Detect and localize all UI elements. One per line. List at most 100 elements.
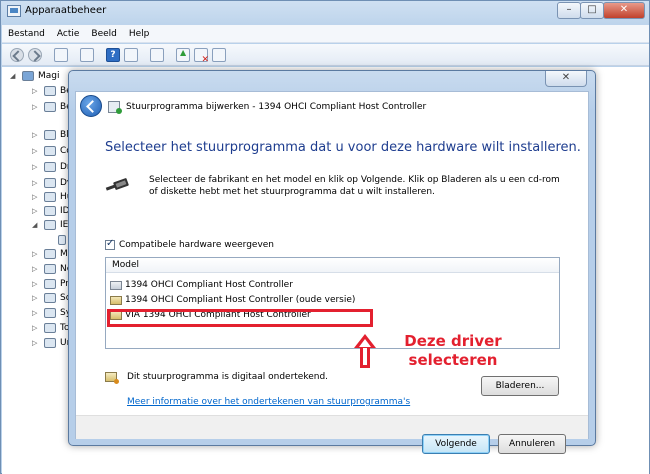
signing-info-link[interactable]: Meer informatie over het ondertekenen va… <box>127 397 410 407</box>
dialog-close-button[interactable]: ✕ <box>545 71 587 87</box>
device-category-icon <box>44 249 56 259</box>
device-category-icon <box>44 192 56 202</box>
next-button[interactable]: Volgende <box>422 434 490 454</box>
tree-item[interactable]: ▷ Dv <box>32 176 72 190</box>
bluetooth-icon <box>44 130 56 140</box>
expand-arrow-icon[interactable]: ▷ <box>32 147 40 155</box>
toolbar: ? <box>2 44 649 66</box>
model-list-item-selected[interactable]: 1394 OHCI Compliant Host Controller (oud… <box>110 293 355 307</box>
collapse-arrow-icon[interactable]: ◢ <box>32 221 40 229</box>
expand-arrow-icon[interactable]: ▷ <box>32 280 40 288</box>
tree-item[interactable]: ▷ Ur <box>32 336 70 350</box>
tree-item[interactable]: ▷ M <box>32 247 68 261</box>
device-category-icon <box>44 178 56 188</box>
device-category-icon <box>44 86 56 96</box>
computer-icon <box>22 71 34 81</box>
tree-item[interactable]: ▷ Hu <box>32 190 72 204</box>
window-title: Apparaatbeheer <box>25 5 107 16</box>
window-controls: – □ ✕ <box>557 2 645 19</box>
update-driver-icon[interactable] <box>176 48 190 62</box>
expand-arrow-icon[interactable]: ▷ <box>32 131 40 139</box>
dialog-header: Stuurprogramma bijwerken - 1394 OHCI Com… <box>76 92 588 122</box>
expand-arrow-icon[interactable]: ▷ <box>32 103 40 111</box>
minimize-button[interactable]: – <box>557 2 581 19</box>
compatible-hardware-option[interactable]: Compatibele hardware weergeven <box>105 238 275 250</box>
properties-icon[interactable] <box>54 48 68 62</box>
expand-arrow-icon[interactable]: ▷ <box>32 250 40 258</box>
device-category-icon <box>44 323 56 333</box>
device-category-icon <box>44 279 56 289</box>
device-category-icon <box>44 146 56 156</box>
expand-arrow-icon[interactable]: ▷ <box>32 179 40 187</box>
expand-arrow-icon[interactable]: ▷ <box>32 193 40 201</box>
certificate-icon <box>105 372 119 384</box>
model-column-header[interactable]: Model <box>106 258 559 273</box>
compatible-hardware-checkbox[interactable] <box>105 238 115 250</box>
tree-item[interactable]: ▷ Sy <box>32 306 71 320</box>
collapse-arrow-icon[interactable]: ◢ <box>10 72 18 80</box>
device-category-icon <box>44 162 56 172</box>
expand-arrow-icon[interactable]: ▷ <box>32 339 40 347</box>
annotation-arrow-icon <box>354 334 376 370</box>
tree-item[interactable]: ▷ ID <box>32 204 70 218</box>
device-category-icon <box>44 264 56 274</box>
dialog-content: Stuurprogramma bijwerken - 1394 OHCI Com… <box>75 91 589 454</box>
device-icon <box>58 235 66 245</box>
driver-icon <box>110 280 122 290</box>
close-button[interactable]: ✕ <box>603 2 645 19</box>
expand-arrow-icon[interactable]: ▷ <box>32 163 40 171</box>
list-icon[interactable] <box>80 48 94 62</box>
cancel-button[interactable]: Annuleren <box>498 434 566 454</box>
expand-arrow-icon[interactable]: ▷ <box>32 324 40 332</box>
signed-status: Dit stuurprogramma is digitaal onderteke… <box>105 372 328 384</box>
browse-button[interactable]: Bladeren... <box>481 376 559 396</box>
tree-item[interactable]: ▷ Be <box>32 84 72 98</box>
annotation-text: Deze driver selecteren <box>404 332 502 369</box>
expand-arrow-icon[interactable]: ▷ <box>32 265 40 273</box>
scan-hardware-icon[interactable] <box>150 48 164 62</box>
details-icon[interactable] <box>124 48 138 62</box>
tree-item[interactable]: ▷ To <box>32 321 69 335</box>
usb-cable-icon <box>105 176 132 196</box>
device-category-icon <box>44 220 56 230</box>
device-category-icon <box>44 338 56 348</box>
menu-help[interactable]: Help <box>123 29 156 39</box>
tree-item[interactable]: ▷ Be <box>32 100 72 114</box>
tree-item[interactable]: ▷ Bl <box>32 128 69 142</box>
tree-item[interactable]: ▷ So <box>32 291 71 305</box>
model-list-item[interactable]: 1394 OHCI Compliant Host Controller <box>110 278 293 292</box>
expand-arrow-icon[interactable]: ▷ <box>32 207 40 215</box>
menu-beeld[interactable]: Beeld <box>85 29 122 39</box>
device-category-icon <box>44 102 56 112</box>
compatible-hardware-label: Compatibele hardware weergeven <box>119 240 275 250</box>
expand-arrow-icon[interactable]: ▷ <box>32 294 40 302</box>
tree-item[interactable]: ◢ IE <box>32 218 68 232</box>
page-heading: Selecteer het stuurprogramma dat u voor … <box>105 140 581 155</box>
device-category-icon <box>44 206 56 216</box>
device-category-icon <box>44 308 56 318</box>
tree-root[interactable]: ◢ Magi <box>10 69 60 83</box>
tree-item[interactable]: ▷ Co <box>32 144 72 158</box>
device-category-icon <box>44 293 56 303</box>
uninstall-icon[interactable] <box>194 48 209 65</box>
disable-icon[interactable] <box>212 48 226 62</box>
update-driver-dialog: ✕ Stuurprogramma bijwerken - 1394 OHCI C… <box>68 70 596 454</box>
tree-item[interactable]: ▷ Dr <box>32 160 71 174</box>
update-driver-icon <box>108 101 122 114</box>
expand-arrow-icon[interactable]: ▷ <box>32 309 40 317</box>
title-bar: Apparaatbeheer – □ ✕ <box>1 1 650 23</box>
help-icon[interactable]: ? <box>106 48 120 62</box>
device-manager-icon <box>7 5 21 17</box>
menu-actie[interactable]: Actie <box>51 29 86 39</box>
menu-bestand[interactable]: Bestand <box>2 29 51 39</box>
signed-driver-icon <box>110 295 122 305</box>
tree-item[interactable]: ▷ Ne <box>32 262 72 276</box>
selection-highlight-box <box>107 309 373 327</box>
forward-icon[interactable] <box>28 48 42 62</box>
expand-arrow-icon[interactable]: ▷ <box>32 87 40 95</box>
back-arrow-icon[interactable] <box>80 95 102 117</box>
back-icon[interactable] <box>10 48 24 62</box>
maximize-button[interactable]: □ <box>580 2 604 19</box>
tree-item[interactable]: ▷ Pr <box>32 277 69 291</box>
instructions-text: Selecteer de fabrikant en het model en k… <box>149 175 560 197</box>
